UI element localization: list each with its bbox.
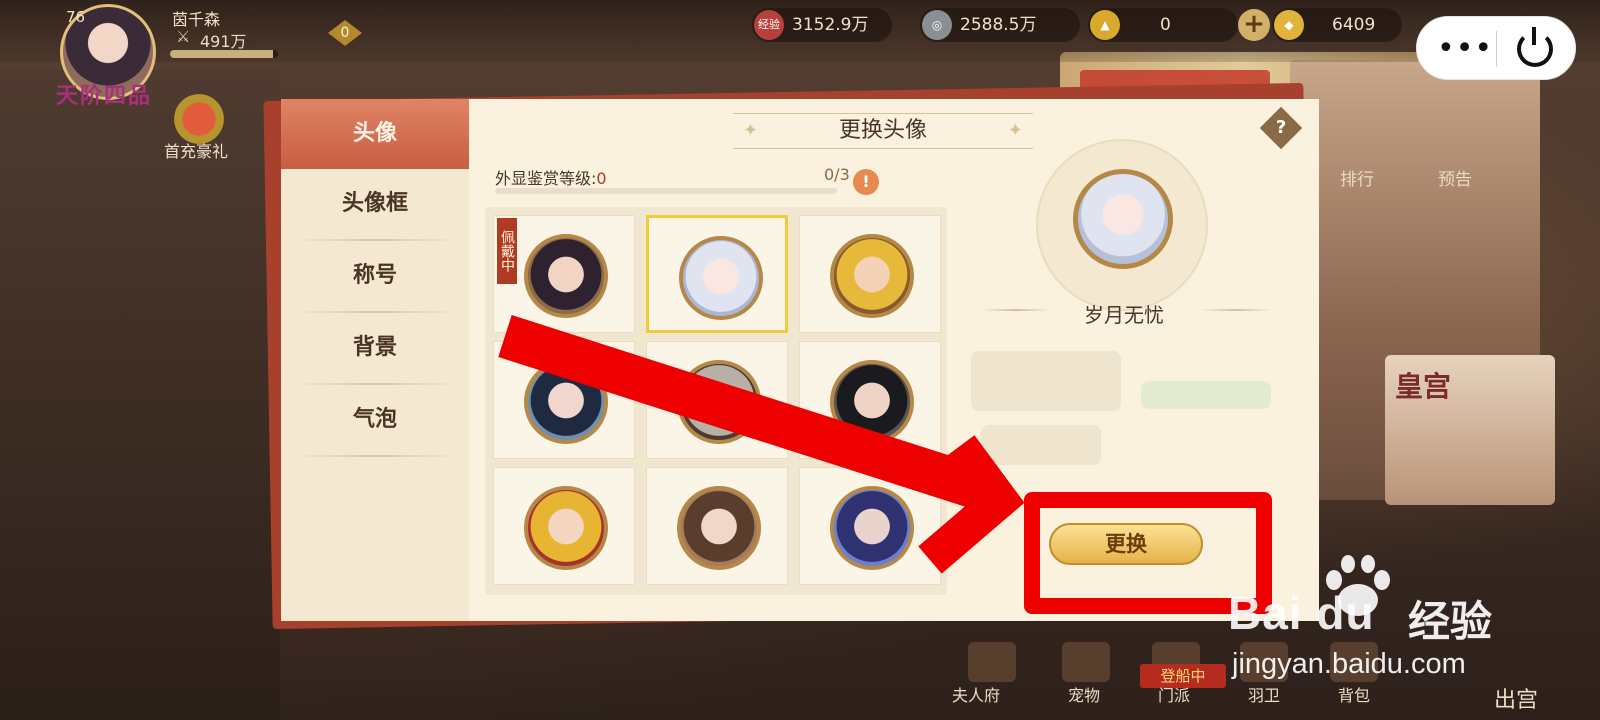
- watermark-jingyan: 经验: [1408, 597, 1493, 646]
- annotation-arrow-shaft: [498, 315, 992, 511]
- watermark-logo: Bai du: [1228, 587, 1375, 639]
- watermark-url: jingyan.baidu.com: [1232, 648, 1466, 680]
